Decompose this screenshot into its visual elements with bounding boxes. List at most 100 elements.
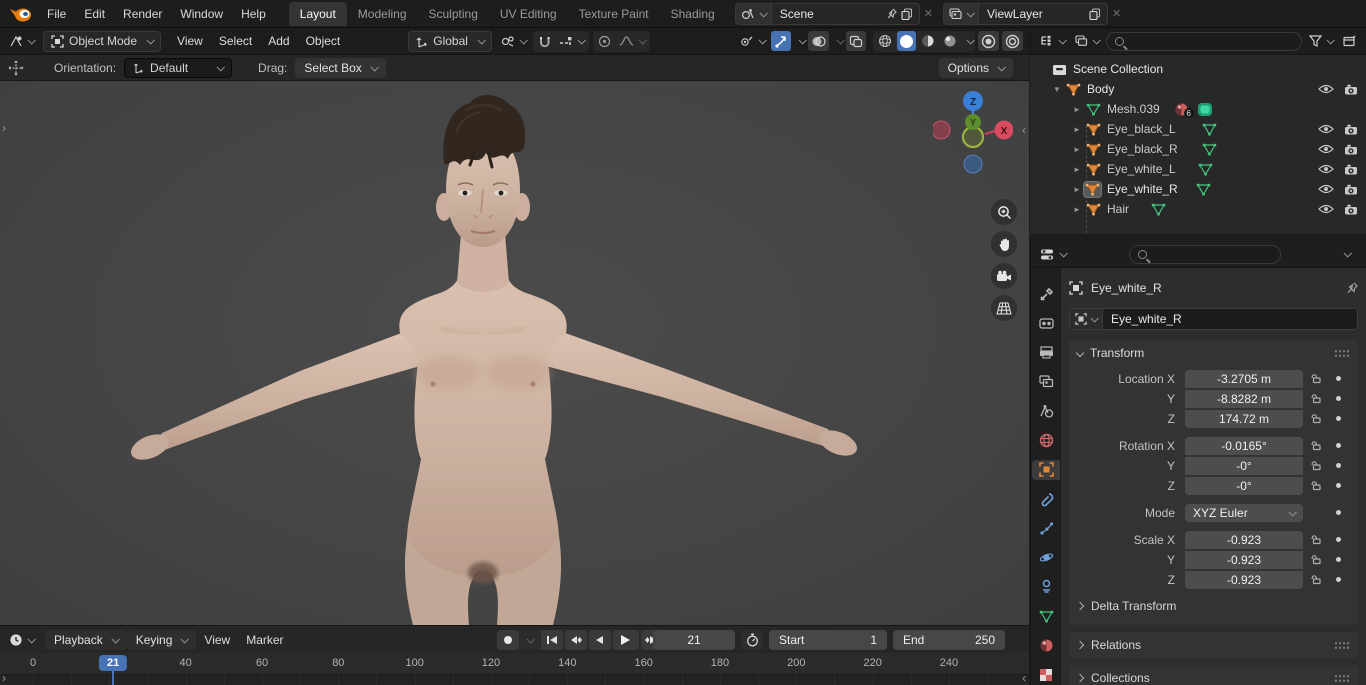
outliner-filter-images-button[interactable] [1072,31,1102,51]
panel-drag-grip[interactable] [1334,640,1350,650]
lock-icon[interactable] [1311,413,1322,424]
tab-physics[interactable] [1032,548,1060,568]
drag-mode-dropdown[interactable]: Select Box [295,57,386,78]
outliner-filter-button[interactable] [1306,31,1336,51]
frame-end-field[interactable]: End 250 [893,629,1005,650]
auto-keying-button[interactable] [496,629,519,650]
tab-texture[interactable] [1032,665,1060,685]
outliner-label[interactable]: Body [1087,82,1114,96]
collapse-triangle-icon[interactable]: ► [1072,165,1082,174]
panel-drag-grip[interactable] [1334,673,1350,683]
editor-type-button[interactable] [6,31,37,51]
tab-object[interactable] [1032,459,1060,480]
object-name-input[interactable] [1103,312,1343,326]
tab-output[interactable] [1032,343,1060,363]
scene-name[interactable]: Scene [772,7,880,21]
hide-viewport-eye-icon[interactable] [1318,164,1334,174]
timeline-channels[interactable] [0,675,1029,685]
disable-render-camera-icon[interactable] [1344,144,1358,155]
rotation-z-field[interactable]: -0° [1185,476,1303,495]
outliner-label[interactable]: Scene Collection [1073,62,1163,76]
workspace-tab-layout[interactable]: Layout [288,1,347,26]
outliner-display-mode-button[interactable] [1037,31,1068,51]
properties-search[interactable] [1129,244,1281,264]
gizmo-z-neg-axis[interactable] [963,154,983,174]
workspace-tab-shading[interactable]: Shading [660,2,726,26]
workspace-tab-modeling[interactable]: Modeling [347,2,418,26]
animate-property-dot[interactable] [1335,376,1341,381]
viewport-menu-object[interactable]: Object [298,34,349,48]
view-navigation-gizmo[interactable]: Y Z X [933,89,1013,189]
timeline-ruler[interactable]: 0 40 60 80 100 120 140 160 180 200 220 240 [0,653,1029,675]
lock-icon[interactable] [1311,554,1322,565]
animate-property-dot[interactable] [1335,557,1341,562]
workspace-tab-animation[interactable]: Animation [726,2,729,26]
viewport-3d[interactable]: › ‹ Y Z X [0,81,1029,625]
play-button[interactable] [612,629,639,650]
outliner-row-body[interactable]: ▼ Body [1030,79,1366,99]
pan-button[interactable] [991,231,1017,257]
animate-property-dot[interactable] [1335,443,1341,448]
viewport-menu-view[interactable]: View [169,34,211,48]
scale-z-field[interactable]: -0.923 [1185,570,1303,589]
keying-set-chevron[interactable] [526,634,535,644]
lock-icon[interactable] [1311,373,1322,384]
workspace-tab-sculpting[interactable]: Sculpting [418,2,489,26]
animate-property-dot[interactable] [1335,577,1341,582]
outliner-label[interactable]: Mesh.039 [1107,102,1160,116]
object-type-visibility-button[interactable] [737,31,768,51]
transform-panel-header[interactable]: Transform [1075,346,1350,360]
outliner-row-eye-white-r[interactable]: ► Eye_white_R [1030,179,1366,199]
timeline-right-expand-arrow[interactable]: ‹ [1022,671,1026,685]
shading-solid-button[interactable] [897,31,916,51]
snap-target-button[interactable] [556,31,587,51]
lock-icon[interactable] [1311,440,1322,451]
scale-y-field[interactable]: -0.923 [1185,550,1303,569]
new-scene-icon[interactable] [901,7,913,20]
mode-selector[interactable]: Object Mode [43,30,162,52]
disable-render-camera-icon[interactable] [1344,204,1358,215]
lock-icon[interactable] [1311,393,1322,404]
transform-orientation-selector[interactable]: Global [408,30,492,52]
outliner-row-eye-black-r[interactable]: ► Eye_black_R [1030,139,1366,159]
orientation-dropdown[interactable]: Default [124,57,233,78]
move-tool-icon[interactable] [8,60,24,76]
lock-icon[interactable] [1311,574,1322,585]
prev-frame-button[interactable] [588,629,611,650]
current-frame-field[interactable]: 21 [653,629,735,650]
tab-material[interactable] [1032,635,1060,655]
collapse-triangle-icon[interactable]: ► [1072,145,1082,154]
gizmo-x-neg-axis[interactable] [933,120,951,140]
proportional-falloff-button[interactable] [616,31,648,51]
outliner-row-scene-collection[interactable]: Scene Collection [1030,59,1366,79]
overlays-dropdown-chevron[interactable] [836,36,845,45]
timeline-menu-marker[interactable]: Marker [238,633,291,647]
keying-menu[interactable]: Keying [126,629,197,650]
timeline-menu-view[interactable]: View [196,633,238,647]
menu-help[interactable]: Help [232,7,275,21]
tab-world[interactable] [1032,430,1060,450]
animate-property-dot[interactable] [1335,483,1341,488]
gizmo-dropdown-chevron[interactable] [798,36,807,45]
relations-panel[interactable]: Relations [1069,632,1358,658]
hide-viewport-eye-icon[interactable] [1318,184,1334,194]
viewport-menu-add[interactable]: Add [260,34,297,48]
frame-start-field[interactable]: Start 1 [769,629,887,650]
location-y-field[interactable]: -8.8282 m [1185,389,1303,408]
outliner-row-mesh-039[interactable]: ► Mesh.039 6 [1030,99,1366,119]
hide-viewport-eye-icon[interactable] [1318,84,1334,94]
toggle-xray-button[interactable] [846,31,866,51]
view-layer-name[interactable]: ViewLayer [979,7,1083,21]
properties-editor-type-button[interactable] [1037,244,1069,264]
animate-property-dot[interactable] [1335,463,1341,468]
outliner-row-eye-white-l[interactable]: ► Eye_white_L [1030,159,1366,179]
rotation-mode-dropdown[interactable]: XYZ Euler [1185,503,1303,522]
timeline-left-expand-arrow[interactable]: › [2,671,6,685]
animate-property-dot[interactable] [1335,416,1341,421]
timeline-editor-type-button[interactable] [6,630,37,650]
disable-render-camera-icon[interactable] [1344,184,1358,195]
collapse-triangle-icon[interactable]: ► [1072,205,1082,214]
prev-keyframe-button[interactable] [564,629,587,650]
lock-icon[interactable] [1311,460,1322,471]
tab-modifiers[interactable] [1032,489,1060,509]
